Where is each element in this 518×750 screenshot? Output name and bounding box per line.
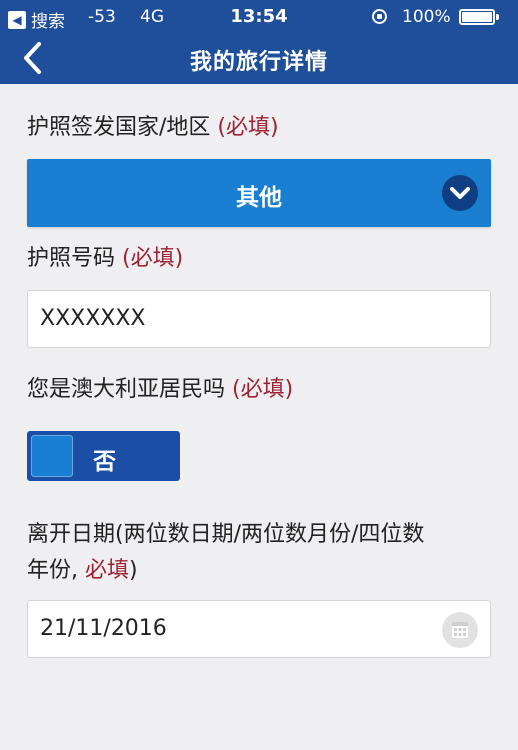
resident-label-text: 您是澳大利亚居民吗: [27, 377, 226, 402]
battery-percent: 100%: [402, 7, 451, 27]
required-marker: 必填: [85, 558, 130, 583]
chevron-down-icon: [442, 175, 478, 211]
calendar-icon[interactable]: [442, 612, 478, 648]
required-marker: (必填): [122, 246, 184, 271]
departure-date-label-close: ): [129, 558, 138, 583]
required-marker: (必填): [217, 115, 279, 140]
rotation-lock-icon: [372, 9, 387, 24]
departure-date-input[interactable]: 21/11/2016: [27, 600, 491, 658]
status-bar: ◀ 搜索 -53 4G 13:54 100%: [0, 0, 518, 32]
resident-toggle-value: 否: [93, 449, 116, 475]
resident-label: 您是澳大利亚居民吗 (必填): [27, 374, 293, 406]
passport-number-input[interactable]: XXXXXXX: [27, 290, 491, 348]
page-title: 我的旅行详情: [189, 50, 328, 75]
passport-country-select[interactable]: 其他: [27, 159, 491, 227]
battery-icon: [459, 9, 499, 25]
resident-toggle[interactable]: 否: [27, 431, 180, 481]
departure-date-label-line2-text: 年份,: [27, 558, 85, 583]
battery-fill: [462, 12, 492, 22]
departure-date-label: 离开日期(两位数日期/两位数月份/四位数 年份, 必填): [27, 519, 424, 587]
passport-country-value: 其他: [236, 185, 282, 211]
nav-bar: 我的旅行详情: [0, 32, 518, 84]
toggle-knob[interactable]: [31, 435, 73, 477]
passport-number-label-text: 护照号码: [27, 246, 116, 271]
passport-number-label: 护照号码 (必填): [27, 243, 183, 275]
departure-date-label-line1: 离开日期(两位数日期/两位数月份/四位数: [27, 522, 425, 547]
departure-date-label-line2: 年份, 必填): [27, 555, 424, 587]
required-marker: (必填): [232, 377, 294, 402]
passport-country-label-text: 护照签发国家/地区: [27, 115, 211, 140]
departure-date-value: 21/11/2016: [40, 616, 167, 641]
passport-country-label: 护照签发国家/地区 (必填): [27, 112, 279, 144]
